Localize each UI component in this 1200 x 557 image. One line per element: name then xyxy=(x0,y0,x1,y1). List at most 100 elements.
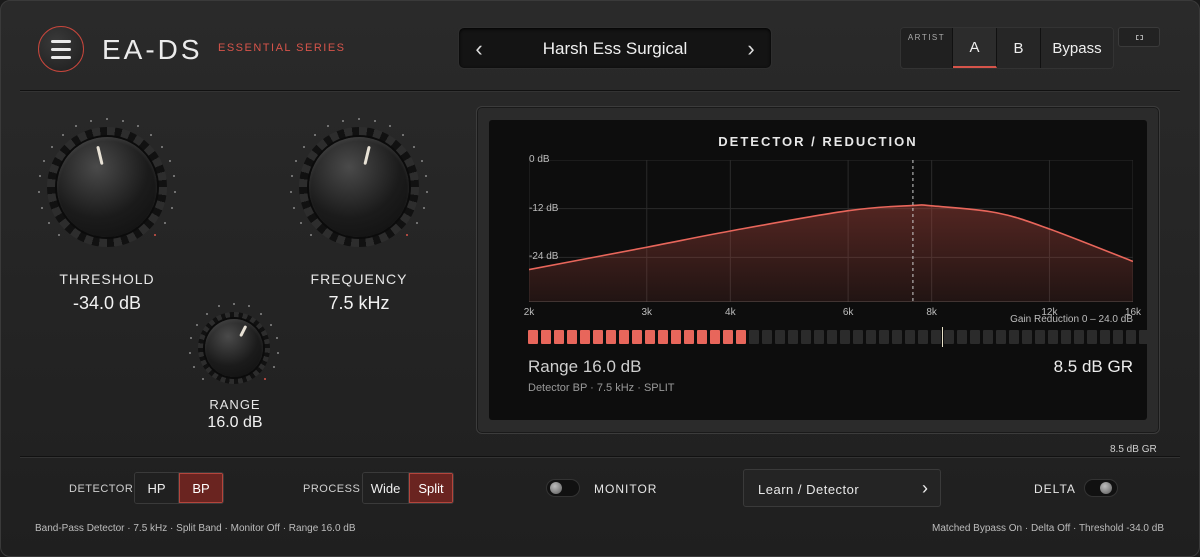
x-tick-label: 2k xyxy=(523,307,535,318)
monitor-toggle[interactable] xyxy=(546,479,580,497)
hamburger-icon xyxy=(51,39,71,43)
fullscreen-button[interactable] xyxy=(1118,27,1160,47)
meter-segment xyxy=(1139,330,1147,344)
knob-scale-dot xyxy=(413,146,415,149)
knob-scale-dot xyxy=(50,146,53,149)
knob-scale-dot xyxy=(106,118,108,120)
plugin-name: EA-DS xyxy=(102,34,203,65)
meter-segment xyxy=(593,330,603,344)
monitor-label: MONITOR xyxy=(594,482,658,496)
meter-segment xyxy=(736,330,746,344)
process-split-button[interactable]: Split xyxy=(409,473,453,503)
meter-segment xyxy=(970,330,980,344)
meter-segment xyxy=(1009,330,1019,344)
knob-scale-dot xyxy=(302,146,305,149)
process-wide-button[interactable]: Wide xyxy=(363,473,409,503)
meter-segment xyxy=(840,330,850,344)
meter-segment xyxy=(918,330,928,344)
meter-segment xyxy=(632,330,642,344)
frequency-knob[interactable] xyxy=(299,127,419,247)
y-tick-label: -12 dB xyxy=(529,202,559,214)
frequency-label: FREQUENCY xyxy=(310,271,408,287)
learn-detector-button[interactable]: Learn / Detector › xyxy=(743,469,941,507)
y-tick-label: -24 dB xyxy=(529,251,559,263)
detector-summary: Detector BP · 7.5 kHz · SPLIT xyxy=(528,382,675,394)
slot-a-button[interactable]: A xyxy=(953,28,997,68)
range-label: RANGE xyxy=(209,397,261,412)
meter-segment xyxy=(1061,330,1071,344)
menu-button[interactable] xyxy=(38,26,84,72)
chevron-right-icon: › xyxy=(922,478,928,498)
meter-segment xyxy=(827,330,837,344)
detector-bp-button[interactable]: BP xyxy=(179,473,223,503)
meter-segment xyxy=(1100,330,1110,344)
x-tick-label: 6k xyxy=(842,307,854,318)
detector-curve-plot xyxy=(529,160,1133,302)
preset-name[interactable]: Harsh Ess Surgical xyxy=(499,39,731,59)
range-knob[interactable] xyxy=(198,312,270,384)
meter-segment xyxy=(567,330,577,344)
knob-scale-dot xyxy=(170,207,173,209)
meter-segment xyxy=(684,330,694,344)
threshold-label: THRESHOLD xyxy=(59,271,155,287)
knob-scale-dot xyxy=(415,221,418,224)
knob-scale-dot xyxy=(422,207,425,209)
threshold-knob[interactable] xyxy=(47,127,167,247)
x-tick-label: 3k xyxy=(641,307,653,318)
meter-segment xyxy=(554,330,564,344)
detector-display: DETECTOR / REDUCTION 0 dB -12 dB -24 dB 2k… xyxy=(489,120,1147,420)
knob-scale-dot xyxy=(163,221,166,224)
meter-segment xyxy=(619,330,629,344)
delta-label: DELTA xyxy=(1034,482,1076,496)
meter-segment xyxy=(541,330,551,344)
bypass-button[interactable]: Bypass xyxy=(1041,28,1113,68)
ab-compare-group: ARTIST A B Bypass xyxy=(900,27,1114,69)
knob-scale-dot xyxy=(373,119,376,122)
meter-segment xyxy=(645,330,655,344)
meter-segment xyxy=(853,330,863,344)
knob-scale-dot xyxy=(90,119,93,122)
knob-scale-dot xyxy=(420,159,423,162)
header-divider xyxy=(20,90,1180,91)
series-label: ESSENTIAL SERIES xyxy=(218,42,346,54)
x-tick-label: 4k xyxy=(725,307,736,318)
process-mode-selector: Wide Split xyxy=(362,472,454,504)
meter-segment xyxy=(762,330,772,344)
meter-segment xyxy=(1035,330,1045,344)
knob-scale-dot xyxy=(195,323,198,326)
meter-segment xyxy=(957,330,967,344)
delta-toggle[interactable] xyxy=(1084,479,1118,497)
knob-scale-dot xyxy=(161,146,163,149)
meter-segment xyxy=(1087,330,1097,344)
meter-segment xyxy=(814,330,824,344)
status-right: Matched Bypass On · Delta Off · Threshol… xyxy=(932,523,1164,534)
knob-scale-dot xyxy=(272,366,275,369)
preset-prev-button[interactable]: ‹ xyxy=(469,36,489,62)
meter-segment xyxy=(931,330,941,344)
knob-scale-dot xyxy=(276,351,279,354)
meter-segment xyxy=(710,330,720,344)
frequency-value: 7.5 kHz xyxy=(328,293,390,313)
knob-scale-dot xyxy=(270,323,273,326)
reduction-area xyxy=(529,204,1133,302)
expand-icon xyxy=(1135,34,1143,40)
knob-scale-dot xyxy=(300,221,303,224)
meter-segment xyxy=(580,330,590,344)
knob-scale-dot xyxy=(48,221,51,224)
meter-segment xyxy=(749,330,759,344)
knob-scale-dot xyxy=(205,312,208,315)
display-title: DETECTOR / REDUCTION xyxy=(718,134,918,149)
threshold-value: -34.0 dB xyxy=(72,293,142,313)
range-readout: Range 16.0 dB xyxy=(528,357,642,376)
knob-scale-dot xyxy=(121,119,124,122)
artist-button[interactable]: ARTIST xyxy=(901,28,953,68)
slot-b-button[interactable]: B xyxy=(997,28,1041,68)
meter-segment xyxy=(606,330,616,344)
knob-scale-dot xyxy=(342,119,345,122)
meter-segment xyxy=(996,330,1006,344)
bottom-divider xyxy=(20,456,1180,457)
detector-hp-button[interactable]: HP xyxy=(135,473,179,503)
knob-scale-dot xyxy=(309,234,312,237)
preset-next-button[interactable]: › xyxy=(741,36,761,62)
range-value: 16.0 dB xyxy=(207,414,263,431)
